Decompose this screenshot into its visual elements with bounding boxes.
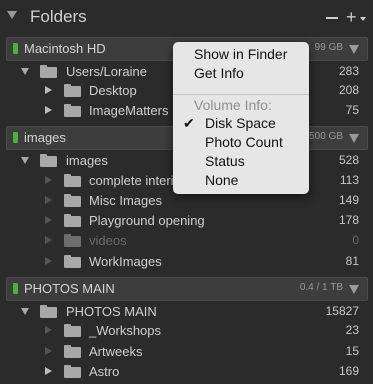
folder-icon bbox=[64, 365, 81, 378]
folder-row-videos[interactable]: videos 0 bbox=[0, 231, 373, 251]
folder-label: Users/Loraine bbox=[66, 64, 147, 79]
folder-label: images bbox=[66, 153, 108, 168]
folder-count: 23 bbox=[345, 323, 359, 337]
folder-label: Astro bbox=[89, 364, 120, 379]
folder-count: 81 bbox=[345, 254, 359, 268]
volume-menu-triangle-icon[interactable] bbox=[349, 45, 359, 54]
folder-icon bbox=[64, 214, 81, 227]
folder-icon bbox=[64, 174, 81, 187]
folder-icon bbox=[40, 305, 57, 318]
expanded-triangle-icon[interactable] bbox=[21, 157, 29, 164]
volume-size: 500 GB bbox=[309, 131, 343, 142]
folder-icon bbox=[64, 84, 81, 97]
add-menu-chevron-icon[interactable] bbox=[360, 17, 366, 21]
folder-label: Misc Images bbox=[89, 193, 162, 208]
collapsed-triangle-icon[interactable] bbox=[45, 196, 52, 204]
folder-icon bbox=[64, 234, 81, 247]
folder-count: 169 bbox=[338, 364, 359, 378]
folder-row-workimages[interactable]: WorkImages 81 bbox=[0, 252, 373, 272]
volume-name: PHOTOS MAIN bbox=[24, 281, 115, 296]
menu-item-none[interactable]: None bbox=[205, 172, 238, 188]
folder-label: PHOTOS MAIN bbox=[66, 304, 157, 319]
checkmark-icon: ✔ bbox=[183, 115, 195, 131]
folder-label: complete interic bbox=[89, 173, 181, 188]
folder-icon bbox=[64, 104, 81, 117]
folder-label: Artweeks bbox=[89, 344, 143, 359]
folder-row-workshops[interactable]: _Workshops 23 bbox=[0, 321, 373, 341]
folder-count: 528 bbox=[338, 153, 359, 167]
volume-status-led-icon bbox=[13, 283, 18, 294]
folder-row-photos-main[interactable]: PHOTOS MAIN 15827 bbox=[0, 302, 373, 322]
folder-label: Desktop bbox=[89, 83, 137, 98]
folder-icon bbox=[64, 255, 81, 268]
volume-size: 99 GB bbox=[314, 42, 343, 53]
menu-item-show-in-finder[interactable]: Show in Finder bbox=[194, 46, 287, 62]
volume-status-led-icon bbox=[13, 132, 18, 143]
folder-count: 15 bbox=[345, 344, 359, 358]
expanded-triangle-icon[interactable] bbox=[21, 68, 29, 75]
folder-count: 15827 bbox=[325, 304, 359, 318]
folder-count: 178 bbox=[338, 213, 359, 227]
folder-count: 0 bbox=[352, 233, 359, 247]
collapsed-triangle-icon[interactable] bbox=[45, 86, 52, 94]
menu-separator bbox=[173, 94, 309, 95]
folder-icon bbox=[64, 324, 81, 337]
menu-item-status[interactable]: Status bbox=[205, 153, 245, 169]
collapsed-triangle-icon[interactable] bbox=[45, 367, 52, 375]
expanded-triangle-icon[interactable] bbox=[21, 308, 29, 315]
folder-count: 283 bbox=[338, 64, 359, 78]
collapsed-triangle-icon[interactable] bbox=[45, 326, 52, 334]
folders-panel: Folders + Macintosh HD 99 GB Users/Lorai… bbox=[0, 0, 373, 384]
folder-count: 149 bbox=[338, 193, 359, 207]
menu-item-photo-count[interactable]: Photo Count bbox=[205, 134, 283, 150]
folder-label: Playground opening bbox=[89, 213, 205, 228]
menu-section-header: Volume Info: bbox=[194, 97, 272, 113]
folder-label: _Workshops bbox=[89, 323, 162, 338]
volume-photos-main[interactable]: PHOTOS MAIN 0.4 / 1 TB bbox=[6, 277, 368, 301]
folder-icon bbox=[64, 194, 81, 207]
collapse-triangle-icon[interactable] bbox=[7, 11, 17, 19]
collapsed-triangle-icon[interactable] bbox=[45, 106, 52, 114]
folder-count: 208 bbox=[338, 83, 359, 97]
collapsed-triangle-icon[interactable] bbox=[45, 216, 52, 224]
volume-size: 0.4 / 1 TB bbox=[299, 282, 343, 293]
volume-name: Macintosh HD bbox=[24, 41, 106, 56]
folder-row-misc-images[interactable]: Misc Images 149 bbox=[0, 191, 373, 211]
folder-icon bbox=[40, 154, 57, 167]
folder-row-playground-opening[interactable]: Playground opening 178 bbox=[0, 211, 373, 231]
folder-count: 75 bbox=[345, 103, 359, 117]
folder-label: videos bbox=[89, 233, 127, 248]
collapsed-triangle-icon[interactable] bbox=[45, 236, 52, 244]
volume-menu-triangle-icon[interactable] bbox=[349, 134, 359, 143]
volume-context-menu: Show in Finder Get Info Volume Info: ✔ D… bbox=[173, 42, 309, 194]
collapsed-triangle-icon[interactable] bbox=[45, 257, 52, 265]
folder-count: 113 bbox=[339, 173, 359, 187]
volume-menu-triangle-icon[interactable] bbox=[349, 285, 359, 294]
folder-icon bbox=[40, 65, 57, 78]
folder-icon bbox=[64, 345, 81, 358]
remove-folder-icon[interactable] bbox=[326, 17, 338, 19]
volume-name: images bbox=[24, 130, 66, 145]
folder-label: ImageMatters bbox=[89, 103, 169, 118]
folder-label: WorkImages bbox=[89, 254, 162, 269]
folder-row-artweeks[interactable]: Artweeks 15 bbox=[0, 342, 373, 362]
panel-title: Folders bbox=[30, 7, 87, 26]
volume-status-led-icon bbox=[13, 43, 18, 54]
collapsed-triangle-icon[interactable] bbox=[45, 176, 52, 184]
folders-header[interactable]: Folders + bbox=[0, 0, 373, 36]
menu-item-disk-space[interactable]: Disk Space bbox=[205, 115, 276, 131]
menu-item-get-info[interactable]: Get Info bbox=[194, 65, 244, 81]
collapsed-triangle-icon[interactable] bbox=[45, 347, 52, 355]
folder-row-astro[interactable]: Astro 169 bbox=[0, 362, 373, 382]
